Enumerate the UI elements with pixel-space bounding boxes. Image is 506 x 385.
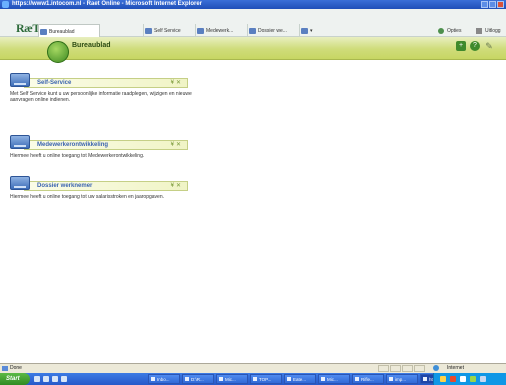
- desktop-icon: [40, 29, 47, 35]
- logout-icon: [476, 28, 482, 34]
- widget-self-service: Self-Service ¥✕ Met Self Service kunt u …: [10, 73, 200, 113]
- window-title: https://www1.intocom.nl - Raet Online - …: [12, 1, 203, 7]
- tab-more[interactable]: ▾: [299, 24, 321, 38]
- widget-description: Hiermee heeft u online toegang tot Medew…: [10, 153, 145, 159]
- quick-launch-icon[interactable]: [52, 376, 58, 382]
- quick-launch-icon[interactable]: [61, 376, 67, 382]
- add-icon[interactable]: +: [456, 41, 466, 51]
- start-button[interactable]: Start: [0, 373, 30, 385]
- status-cells: [378, 365, 425, 372]
- minimize-button[interactable]: [481, 1, 488, 8]
- quick-launch-icon[interactable]: [34, 376, 40, 382]
- close-icon[interactable]: ✕: [176, 80, 183, 86]
- taskbar-task[interactable]: Eate...: [284, 374, 316, 384]
- monitor-icon: [10, 135, 30, 149]
- logout-label: Uitlogg: [485, 28, 501, 34]
- app-tab-bar: RæT Bureaublad Self Service Medewerk... …: [0, 9, 506, 38]
- employee-development-icon: [197, 28, 204, 34]
- widget-header: Medewerkerontwikkeling ¥✕: [24, 140, 188, 150]
- options-icon: [438, 28, 444, 34]
- tray-icon[interactable]: [480, 376, 486, 382]
- tray-icon[interactable]: [450, 376, 456, 382]
- monitor-icon: [10, 73, 30, 87]
- widget-header: Dossier werknemer ¥✕: [24, 181, 188, 191]
- taskbar-task[interactable]: Mic...: [216, 374, 248, 384]
- self-service-icon: [145, 28, 152, 34]
- widget-description: Met Self Service kunt u uw persoonlijke …: [10, 91, 192, 103]
- chevron-down-icon: ▾: [310, 28, 313, 34]
- taskbar-task[interactable]: Rifle...: [352, 374, 384, 384]
- tab-label: Medewerk...: [206, 28, 234, 34]
- tab-label: Bureaublad: [49, 29, 75, 35]
- page-title: Bureaublad: [72, 42, 111, 49]
- taskbar-task[interactable]: imp...: [386, 374, 418, 384]
- widget-controls: ¥✕: [171, 141, 183, 150]
- system-tray: [433, 373, 506, 385]
- widget-title-link[interactable]: Self-Service: [37, 79, 71, 88]
- widget-header: Self-Service ¥✕: [24, 78, 188, 88]
- internet-explorer-icon: [2, 1, 9, 8]
- page-done-icon: [2, 366, 8, 371]
- taskbar-task[interactable]: D:\R...: [182, 374, 214, 384]
- widget-medewerkerontwikkeling: Medewerkerontwikkeling ¥✕ Hiermee heeft …: [10, 135, 200, 175]
- quick-launch-icon[interactable]: [43, 376, 49, 382]
- tab-bureaublad[interactable]: Bureaublad: [38, 24, 100, 38]
- taskbar-task[interactable]: Inbo...: [148, 374, 180, 384]
- help-icon[interactable]: ?: [470, 41, 480, 51]
- folder-icon: [10, 176, 30, 190]
- taskbar-tasks: Inbo... D:\R... Mic... TOP... Eate... Mi…: [148, 374, 452, 384]
- browser-status-bar: Done Internet: [0, 363, 506, 373]
- more-tabs-icon: [301, 28, 308, 34]
- tab-medewerkerontwikkeling[interactable]: Medewerk...: [195, 24, 245, 38]
- widget-title-link[interactable]: Medewerkerontwikkeling: [37, 141, 108, 150]
- tray-icon[interactable]: [470, 376, 476, 382]
- logout-link[interactable]: Uitlogg: [476, 26, 501, 36]
- tools-icon[interactable]: ✎: [484, 41, 494, 51]
- widget-dossier-werknemer: Dossier werknemer ¥✕ Hiermee heeft u onl…: [10, 176, 200, 216]
- status-text: Done: [10, 365, 22, 371]
- close-icon[interactable]: ✕: [176, 142, 183, 148]
- tab-self-service[interactable]: Self Service: [143, 24, 193, 38]
- options-link[interactable]: Opties: [438, 26, 461, 36]
- widget-description: Hiermee heeft u online toegang tot uw sa…: [10, 194, 164, 200]
- dossier-icon: [249, 28, 256, 34]
- header-actions: + ? ✎: [456, 41, 494, 51]
- tab-label: Dossier we...: [258, 28, 287, 34]
- widget-title-link[interactable]: Dossier werknemer: [37, 182, 92, 191]
- raet-badge-icon: [47, 41, 69, 63]
- windows-taskbar: Start Inbo... D:\R... Mic... TOP... Eate…: [0, 373, 506, 385]
- tab-label: Self Service: [154, 28, 181, 34]
- window-controls: [481, 1, 504, 8]
- tray-icon[interactable]: [440, 376, 446, 382]
- taskbar-task[interactable]: Mic...: [318, 374, 350, 384]
- tab-dossier-werknemer[interactable]: Dossier we...: [247, 24, 297, 38]
- window-title-bar: https://www1.intocom.nl - Raet Online - …: [0, 0, 506, 9]
- options-label: Opties: [447, 28, 462, 34]
- close-icon[interactable]: ✕: [176, 183, 183, 189]
- raet-logo: RæT: [16, 21, 40, 35]
- security-zone: Internet: [447, 365, 464, 371]
- quick-launch: [34, 376, 67, 382]
- tray-icon[interactable]: [460, 376, 466, 382]
- page-header-bar: Bureaublad + ? ✎: [0, 37, 506, 60]
- widget-controls: ¥✕: [171, 182, 183, 191]
- close-button[interactable]: [497, 1, 504, 8]
- taskbar-task[interactable]: TOP...: [250, 374, 282, 384]
- globe-icon: [433, 365, 439, 371]
- widget-controls: ¥✕: [171, 79, 183, 88]
- maximize-button[interactable]: [489, 1, 496, 8]
